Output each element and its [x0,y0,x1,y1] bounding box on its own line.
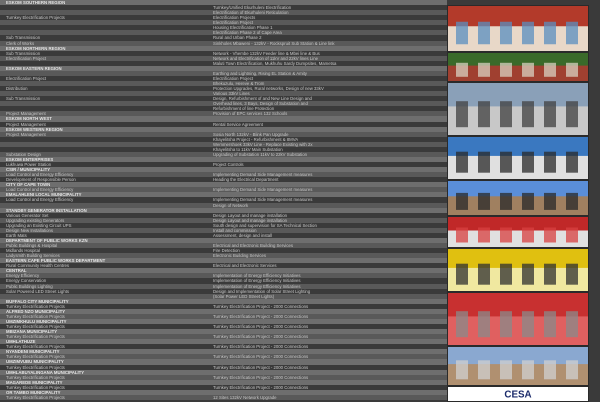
project-category: Turnkey Electrification Projects [6,394,65,400]
red-equipment-photo [447,216,589,248]
photo-strip: CESA [447,0,600,402]
red-mesh-photo [447,292,589,346]
pylon-blue-sky-photo [447,180,589,216]
projects-table: ESKOM SOUTHERN REGION Turnkey/Unified Eku… [0,0,447,400]
tower-sky-photo [447,136,589,180]
project-description: 12 Sites 132kV Network Upgrade [213,394,277,400]
rooftop-photo [447,346,589,386]
substation-photo [447,82,589,136]
building-photo [447,5,589,52]
yellow-panels-photo [447,248,589,292]
power-line-field-photo [447,52,589,82]
table-row: Turnkey Electrification Projects 12 Sites… [0,394,447,400]
logo-text: CESA [504,390,531,401]
